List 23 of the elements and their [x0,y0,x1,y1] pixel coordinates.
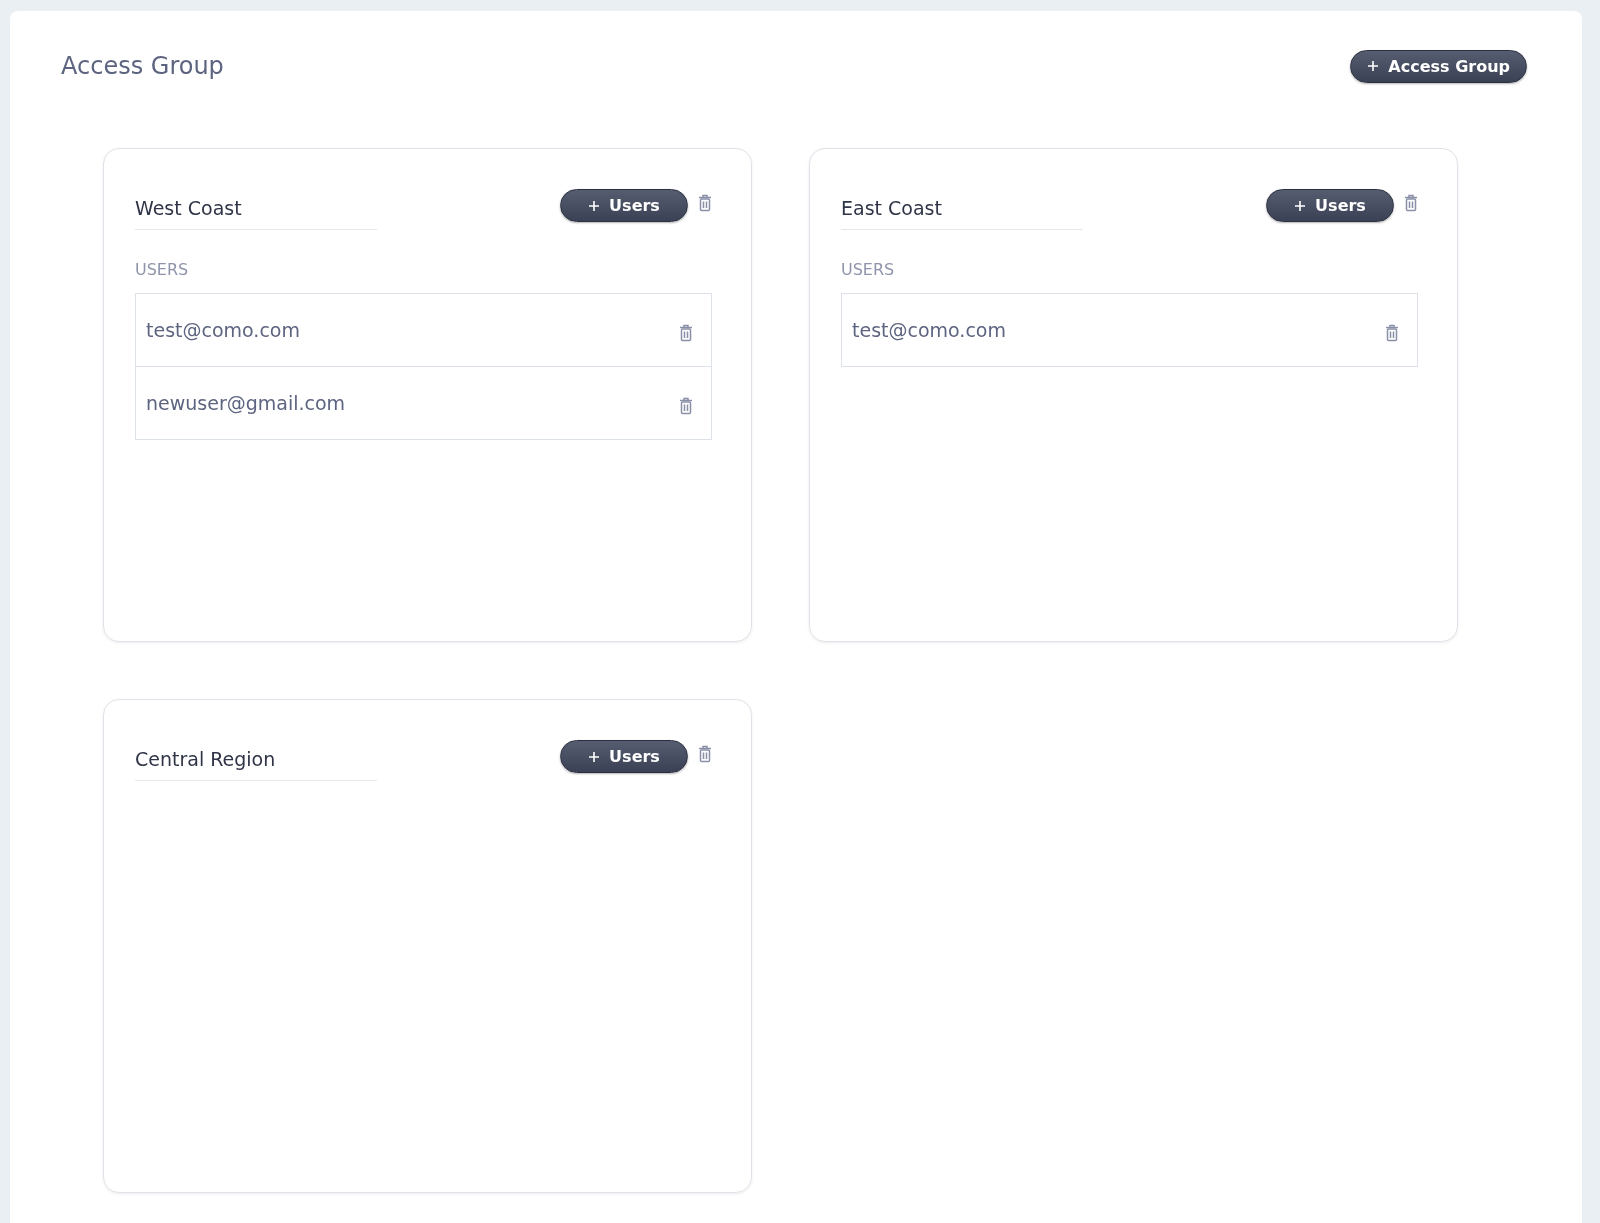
add-users-button[interactable]: Users [1266,189,1394,222]
group-name: Central Region [135,740,377,781]
group-name: East Coast [841,189,1083,230]
group-name: West Coast [135,189,377,230]
plus-icon [588,750,601,763]
trash-icon[interactable] [1404,194,1418,212]
trash-icon[interactable] [698,745,712,763]
add-users-button[interactable]: Users [560,189,688,222]
trash-icon[interactable] [1385,323,1399,342]
trash-icon[interactable] [679,323,693,342]
user-email: test@como.com [852,319,1006,341]
trash-icon[interactable] [698,194,712,212]
page-title: Access Group [61,52,224,80]
plus-icon [588,199,601,212]
user-email: test@como.com [146,319,300,341]
users-label: USERS [135,260,190,279]
user-email: newuser@gmail.com [146,392,346,414]
add-users-button[interactable]: Users [560,740,688,773]
users-label: USERS [841,260,896,279]
plus-icon [1367,60,1380,72]
trash-icon[interactable] [679,396,693,415]
add-access-group-button[interactable]: Access Group [1350,49,1527,83]
plus-icon [1294,199,1307,212]
